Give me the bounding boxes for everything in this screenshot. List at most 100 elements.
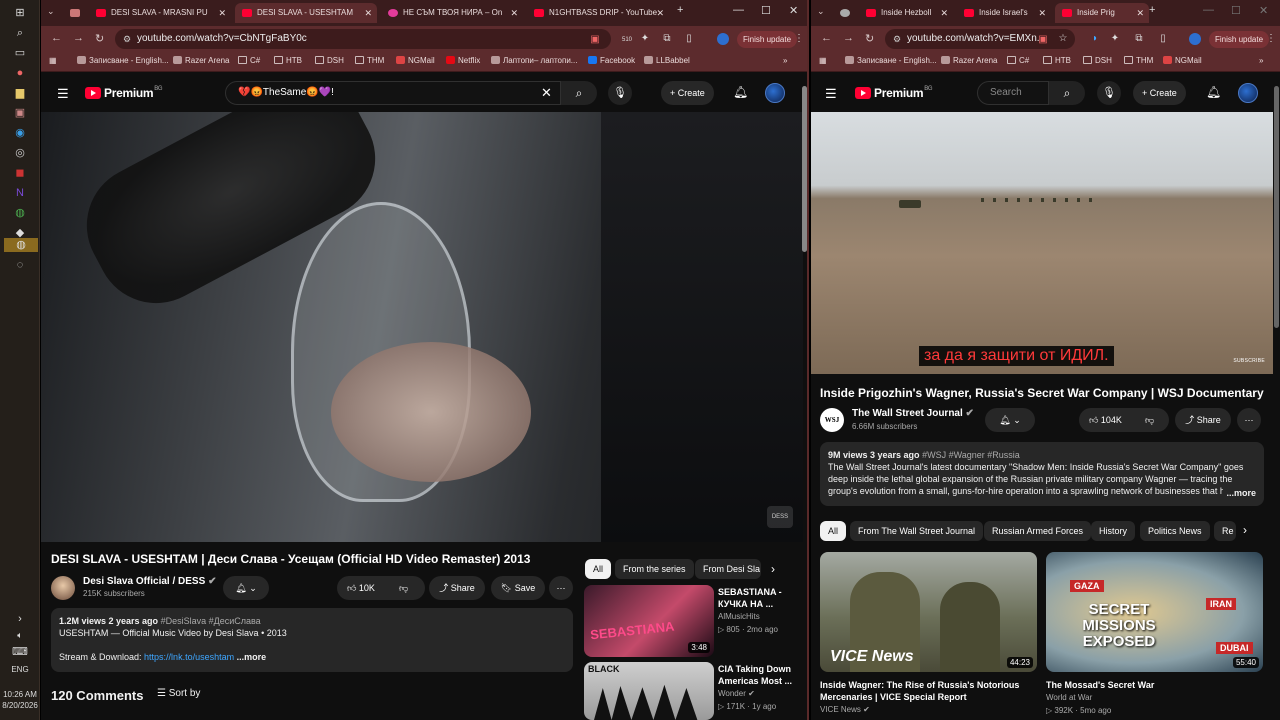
clear-search-icon[interactable]: ✕ [541, 85, 552, 101]
url-field[interactable]: ⚙ youtube.com/watch?v=CbNTgFaBY0c [115, 29, 611, 49]
app-icon[interactable]: ● [12, 66, 28, 80]
bookmark-item[interactable]: Лаптопи– лаптопи... [491, 56, 577, 65]
profile-avatar[interactable] [717, 33, 729, 45]
chip-history[interactable]: History [1091, 521, 1136, 541]
video-description[interactable]: 9M views 3 years ago #WSJ #Wagner #Russi… [820, 442, 1264, 506]
bookmark-item[interactable]: Razer Arena [173, 56, 229, 65]
language-indicator[interactable]: ENG [0, 665, 40, 674]
site-info-icon[interactable]: ⚙ [123, 29, 131, 49]
tab-inside-prigozhin[interactable]: Inside Prig ✕ [1055, 3, 1149, 23]
reload-icon[interactable]: ↻ [95, 32, 104, 45]
keyboard-icon[interactable]: ⌨ [12, 645, 28, 659]
tab-inside-hezbollah[interactable]: Inside Hezboll ✕ [859, 3, 953, 23]
recommended-thumbnail[interactable]: GAZA IRAN DUBAI SECRET MISSIONS EXPOSED … [1046, 552, 1263, 672]
notifications-icon[interactable]: 🔔︎ [733, 85, 748, 99]
chrome-icon[interactable]: ◍ [12, 206, 28, 220]
channel-name[interactable]: Desi Slava Official / DESS ✔ [83, 576, 216, 587]
close-icon[interactable]: ✕ [789, 4, 798, 17]
finish-update-button[interactable]: Finish update [737, 31, 798, 48]
tab-search-icon[interactable]: ⌄ [47, 6, 55, 17]
create-button[interactable]: + Create [1133, 81, 1186, 105]
new-tab-icon[interactable]: + [677, 4, 683, 16]
related-thumbnail[interactable]: SEBASTIANA 3:48 [584, 585, 714, 657]
voice-search-icon[interactable]: 🎙︎ [608, 81, 632, 105]
apps-grid-icon[interactable]: ▦ [819, 56, 827, 65]
more-actions-icon[interactable]: ⋯ [549, 576, 573, 600]
youtube-premium-logo[interactable]: Premium BG [855, 85, 933, 101]
page-scrollbar[interactable] [1274, 86, 1279, 328]
more-actions-icon[interactable]: ⋯ [1237, 408, 1261, 432]
recommended-channel[interactable]: VICE News ✔ [820, 705, 870, 714]
extensions-puzzle-icon[interactable]: ⧉ [661, 33, 673, 45]
sidebar-icon[interactable]: ▯ [1157, 33, 1169, 45]
menu-icon[interactable]: ☰ [825, 86, 837, 102]
back-icon[interactable]: ← [51, 32, 62, 44]
windows-start-icon[interactable]: ⊞ [12, 6, 28, 20]
chip-from-desi[interactable]: From Desi Sla [695, 559, 761, 579]
profile-avatar[interactable] [1189, 33, 1201, 45]
clock-time[interactable]: 10:26 AM [0, 690, 40, 699]
menu-icon[interactable]: ☰ [57, 86, 69, 102]
subscribe-watermark[interactable]: SUBSCRIBE [1233, 358, 1265, 364]
bookmark-folder[interactable]: HTB [1043, 56, 1071, 65]
subscription-bell-button[interactable]: 🔔︎ ⌄ [223, 576, 269, 600]
channel-watermark[interactable]: DESS [767, 506, 793, 528]
bookmark-folder[interactable]: THM [1124, 56, 1153, 65]
related-channel[interactable]: AlMusicHits [718, 612, 760, 621]
bookmark-folder[interactable]: THM [355, 56, 384, 65]
bookmark-item[interactable]: Netflix [446, 56, 480, 65]
tab-pinned[interactable] [65, 3, 85, 23]
chrome-active-icon[interactable]: ◍ [4, 238, 38, 252]
share-button[interactable]: ⤴ Share [429, 576, 485, 600]
volume-icon[interactable]: 🔈︎ [12, 628, 28, 642]
channel-avatar[interactable]: WSJ [820, 408, 844, 432]
extension-icon[interactable]: ✦ [639, 33, 651, 45]
app-icon[interactable]: ◌ [12, 258, 28, 272]
related-channel[interactable]: Wonder ✔ [718, 689, 755, 698]
bookmark-star-icon[interactable]: ☆ [1057, 33, 1069, 45]
tab-n1ghtbass[interactable]: N1GHTBASS DRIP - YouTube ✕ [527, 3, 669, 23]
recommended-channel[interactable]: World at War [1046, 693, 1092, 702]
show-more-link[interactable]: ...more [237, 652, 267, 662]
related-title[interactable]: SEBASTIANA - КУЧКА НА ... [718, 586, 794, 610]
chip-all[interactable]: All [585, 559, 612, 579]
chip-next-icon[interactable]: › [1243, 523, 1247, 537]
bookmark-item[interactable]: Записване - English... [845, 56, 937, 65]
related-thumbnail[interactable]: BLACK [584, 662, 714, 720]
back-icon[interactable]: ← [821, 32, 832, 44]
chip-from-wsj[interactable]: From The Wall Street Journal [850, 521, 984, 541]
sort-by-button[interactable]: ☰ Sort by [157, 688, 200, 699]
bookmark-folder[interactable]: C# [1007, 56, 1029, 65]
like-button[interactable]: 👍︎ 10K 👎︎ [337, 576, 425, 600]
video-player[interactable]: за да я защити от ИДИЛ. SUBSCRIBE [811, 112, 1273, 374]
reload-icon[interactable]: ↻ [865, 32, 874, 45]
related-title[interactable]: CIA Taking Down Americas Most ... [718, 663, 794, 687]
channel-name[interactable]: The Wall Street Journal ✔ [852, 408, 974, 419]
app-icon[interactable]: ◼ [12, 166, 28, 180]
app-icon[interactable]: ▣ [12, 106, 28, 120]
search-icon[interactable]: ⌕ [12, 26, 28, 40]
recommended-title[interactable]: Inside Wagner: The Rise of Russia's Noto… [820, 679, 1037, 703]
onenote-icon[interactable]: N [12, 186, 28, 200]
chip-all[interactable]: All [820, 521, 847, 541]
tab-ne-sam-tvoya[interactable]: НЕ СЪМ ТВОЯ НИРА – On ✕ [381, 3, 523, 23]
chip-russian-armed-forces[interactable]: Russian Armed Forces [984, 521, 1092, 541]
bookmarks-overflow-icon[interactable]: » [1259, 56, 1263, 65]
bookmark-item[interactable]: LLBabbel [644, 56, 690, 65]
file-explorer-icon[interactable]: ▆ [12, 86, 28, 100]
ext-badge[interactable]: 510 [621, 33, 633, 45]
youtube-premium-logo[interactable]: Premium BG [85, 85, 163, 101]
bookmark-folder[interactable]: HTB [274, 56, 302, 65]
forward-icon[interactable]: → [73, 32, 84, 44]
bookmark-folder[interactable]: DSH [1083, 56, 1112, 65]
save-button[interactable]: 🔖︎ Save [491, 576, 545, 600]
search-button[interactable]: ⌕ [1049, 81, 1085, 105]
close-icon[interactable]: ✕ [1259, 4, 1268, 17]
extension-icon[interactable]: ✦ [1109, 33, 1121, 45]
page-scrollbar[interactable] [802, 86, 807, 252]
sidebar-icon[interactable]: ▯ [683, 33, 695, 45]
minimize-icon[interactable]: — [733, 4, 744, 16]
bookmark-item[interactable]: NGMail [396, 56, 435, 65]
site-info-icon[interactable]: ⚙ [893, 29, 901, 49]
show-more-link[interactable]: ...more [1223, 487, 1256, 499]
